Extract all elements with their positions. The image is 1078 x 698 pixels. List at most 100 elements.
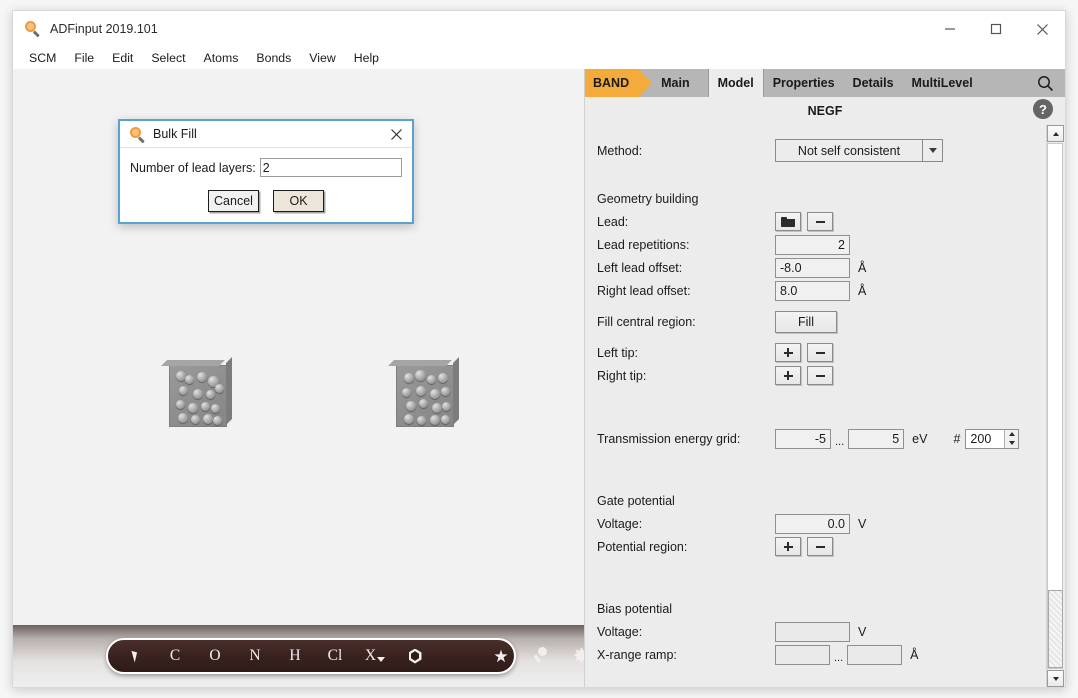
potential-region-label: Potential region: [597, 540, 775, 554]
minimize-button[interactable] [927, 11, 973, 47]
page-title: NEGF [808, 104, 843, 118]
title-bar: ADFinput 2019.101 [13, 11, 1065, 47]
bias-voltage-unit: V [858, 625, 866, 639]
menu-item-scm[interactable]: SCM [29, 49, 66, 67]
close-button[interactable] [1019, 11, 1065, 47]
xrange-min-input[interactable] [775, 645, 830, 665]
scroll-up-button[interactable] [1047, 125, 1064, 142]
potential-region-add-button[interactable] [775, 537, 801, 556]
right-tip-label: Right tip: [597, 369, 775, 383]
menu-item-view[interactable]: View [309, 49, 345, 67]
plus-icon [784, 542, 793, 551]
method-select[interactable]: Not self consistent [775, 139, 943, 162]
geometry-section-label: Geometry building [585, 188, 1065, 210]
fill-central-region-label: Fill central region: [597, 315, 775, 329]
minus-icon [816, 546, 825, 548]
other-element-label: X [365, 647, 376, 665]
right-offset-unit: Å [858, 284, 866, 298]
gate-voltage-input[interactable]: 0.0 [775, 514, 850, 534]
transmission-min-input[interactable]: -5 [775, 429, 831, 449]
menu-item-atoms[interactable]: Atoms [204, 49, 249, 67]
scrollbar-track[interactable] [1047, 143, 1063, 669]
benzene-ring-icon[interactable] [404, 641, 426, 671]
ok-button[interactable]: OK [273, 190, 324, 212]
fill-central-region-row: Fill central region: Fill [585, 310, 1065, 333]
menu-item-select[interactable]: Select [151, 49, 195, 67]
left-offset-unit: Å [858, 261, 866, 275]
left-tip-add-button[interactable] [775, 343, 801, 362]
menu-item-file[interactable]: File [74, 49, 104, 67]
right-lead-offset-input[interactable]: 8.0 [775, 281, 850, 301]
wand-icon[interactable] [530, 641, 552, 671]
lead-remove-button[interactable] [807, 212, 833, 231]
lead-layers-row: Number of lead layers: 2 [130, 158, 402, 177]
bulk-fill-dialog: Bulk Fill Number of lead layers: 2 Cance… [118, 119, 414, 224]
menu-item-help[interactable]: Help [354, 49, 389, 67]
chlorine-icon[interactable]: Cl [324, 641, 346, 671]
transmission-count-value: 200 [966, 430, 1004, 448]
hydrogen-icon[interactable]: H [284, 641, 306, 671]
potential-region-row: Potential region: [585, 535, 1065, 558]
menu-item-edit[interactable]: Edit [112, 49, 143, 67]
tab-multilevel[interactable]: MultiLevel [903, 69, 982, 97]
cancel-button[interactable]: Cancel [208, 190, 259, 212]
dialog-close-icon[interactable] [386, 125, 406, 144]
right-lead-offset-label: Right lead offset: [597, 284, 775, 298]
transmission-count-stepper[interactable]: 200 [965, 429, 1019, 449]
stepper-buttons [1004, 430, 1018, 448]
other-element-icon[interactable]: X [364, 641, 386, 671]
stepper-up-icon[interactable] [1005, 430, 1018, 439]
transmission-grid-row: Transmission energy grid: -5 ... 5 eV # … [585, 427, 1065, 450]
cursor-arrow-icon[interactable] [124, 641, 146, 671]
scroll-down-button[interactable] [1047, 670, 1064, 687]
stepper-down-icon[interactable] [1005, 439, 1018, 448]
scrollbar-thumb[interactable] [1048, 590, 1063, 668]
right-tip-remove-button[interactable] [807, 366, 833, 385]
potential-region-remove-button[interactable] [807, 537, 833, 556]
band-badge[interactable]: BAND [585, 69, 639, 97]
tab-model[interactable]: Model [708, 69, 764, 97]
tab-details[interactable]: Details [844, 69, 903, 97]
lead-label: Lead: [597, 215, 775, 229]
xrange-separator: ... [834, 652, 843, 666]
xrange-ramp-label: X-range ramp: [597, 648, 775, 662]
left-tip-remove-button[interactable] [807, 343, 833, 362]
lead-row: Lead: [585, 210, 1065, 233]
help-icon[interactable]: ? [1033, 99, 1053, 119]
panel-scrollbar[interactable] [1046, 125, 1063, 687]
oxygen-icon[interactable]: O [204, 641, 226, 671]
tab-strip: BAND Main Model Properties Details Multi… [585, 69, 1065, 97]
gate-voltage-unit: V [858, 517, 866, 531]
lead-repetitions-row: Lead repetitions: 2 [585, 233, 1065, 256]
maximize-button[interactable] [973, 11, 1019, 47]
bias-voltage-label: Voltage: [597, 625, 775, 639]
gate-potential-section-label: Gate potential [585, 490, 1065, 512]
gear-icon[interactable] [570, 641, 585, 671]
lead-browse-button[interactable] [775, 212, 801, 231]
method-value: Not self consistent [776, 144, 922, 158]
carbon-icon[interactable]: C [164, 641, 186, 671]
lead-structure-right[interactable] [396, 365, 454, 427]
right-tip-add-button[interactable] [775, 366, 801, 385]
bias-voltage-input[interactable] [775, 622, 850, 642]
search-icon[interactable] [1025, 69, 1065, 97]
bias-potential-section-label: Bias potential [585, 598, 1065, 620]
transmission-max-input[interactable]: 5 [848, 429, 904, 449]
tab-properties[interactable]: Properties [764, 69, 844, 97]
dialog-title: Bulk Fill [153, 127, 197, 141]
xrange-max-input[interactable] [847, 645, 902, 665]
menu-item-bonds[interactable]: Bonds [256, 49, 301, 67]
left-lead-offset-input[interactable]: -8.0 [775, 258, 850, 278]
lead-layers-input[interactable]: 2 [260, 158, 402, 177]
lead-repetitions-input[interactable]: 2 [775, 235, 850, 255]
star-icon[interactable]: ★ [490, 641, 512, 671]
xrange-unit: Å [910, 648, 918, 662]
nitrogen-icon[interactable]: N [244, 641, 266, 671]
lead-structure-left[interactable] [169, 365, 227, 427]
window-controls [927, 11, 1065, 47]
fill-button[interactable]: Fill [775, 311, 837, 333]
xrange-ramp-row: X-range ramp: ... Å [585, 643, 1065, 666]
dialog-buttons: Cancel OK [130, 190, 402, 212]
lead-repetitions-label: Lead repetitions: [597, 238, 775, 252]
minus-icon [816, 375, 825, 377]
